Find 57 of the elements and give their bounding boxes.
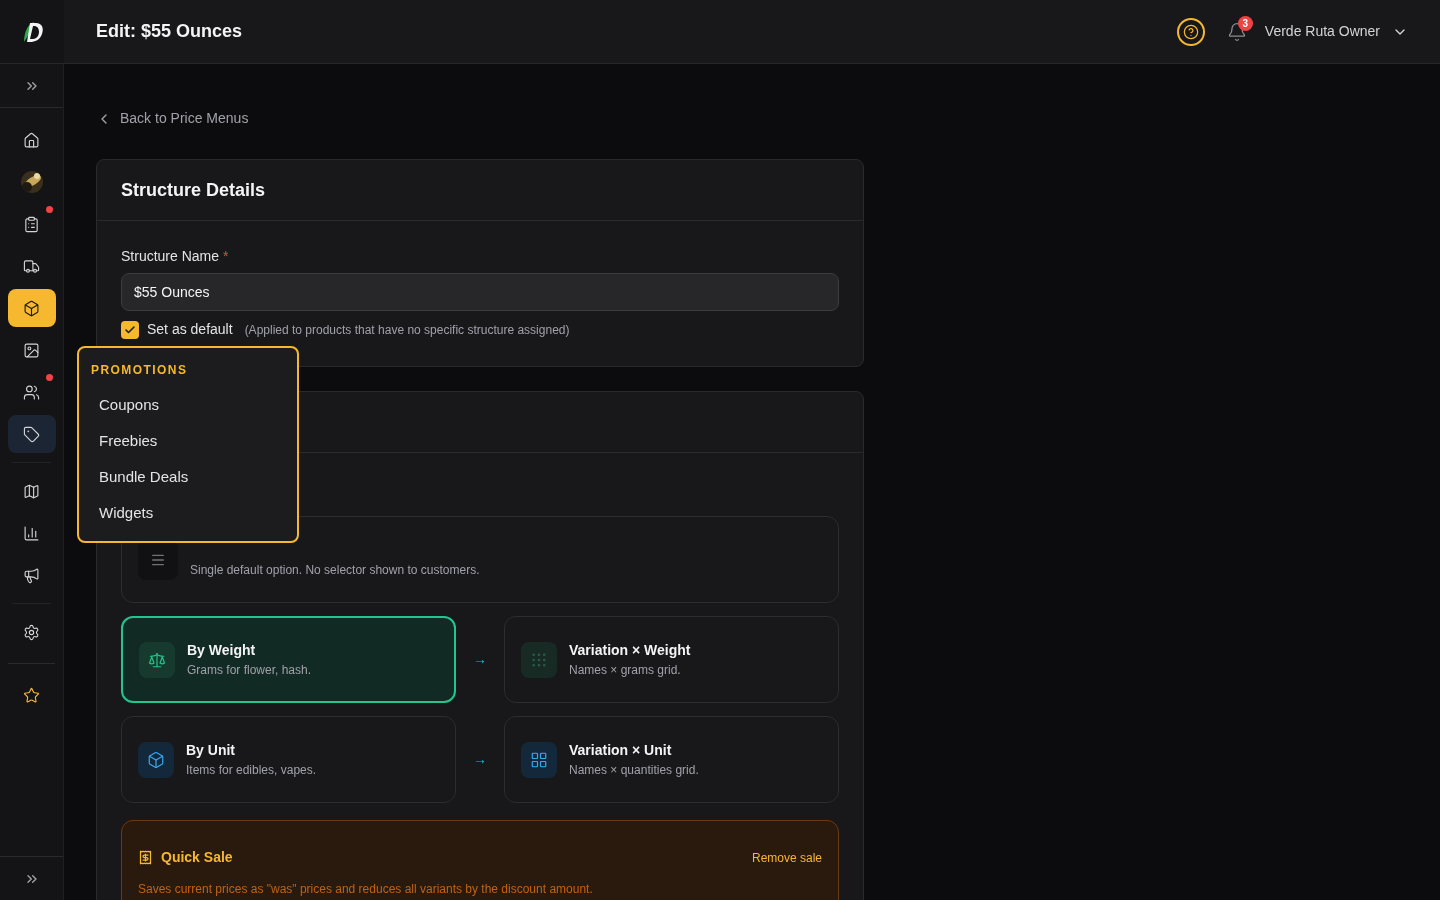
panel-title: Quick Sale xyxy=(161,848,233,867)
receipt-icon xyxy=(138,850,153,865)
menu-item[interactable]: Bundle Deals xyxy=(79,459,297,495)
check-icon xyxy=(124,323,136,336)
scale-icon xyxy=(148,650,166,669)
required-mark: * xyxy=(223,247,229,266)
bar-chart-icon xyxy=(23,524,40,542)
cube-icon xyxy=(147,750,165,769)
box-icon xyxy=(23,299,40,317)
arrow-icon: → xyxy=(456,749,504,770)
option-title: By Unit xyxy=(186,741,236,760)
remove-sale-link[interactable]: Remove sale xyxy=(751,848,822,867)
checkbox-label: Set as default xyxy=(147,320,233,339)
option-card[interactable]: By Unit Items for edibles, vapes. xyxy=(121,716,456,803)
option-title: By Weight xyxy=(187,641,257,660)
menu-item[interactable]: Coupons xyxy=(79,387,297,423)
option-title: Variation × Weight xyxy=(569,641,691,660)
users-icon xyxy=(23,383,40,401)
option-title: Variation × Unit xyxy=(569,741,673,760)
page-title: Edit: $55 Ounces xyxy=(96,20,243,43)
notifications-button[interactable]: 3 xyxy=(1220,15,1253,48)
star-icon xyxy=(23,686,40,704)
option-description: Grams for flower, hash. xyxy=(187,662,312,679)
notification-count: 3 xyxy=(1237,15,1253,31)
home-icon xyxy=(23,131,40,149)
checkbox-hint: (Applied to products that have no specific structure assigned) xyxy=(244,321,570,339)
arrow-icon: → xyxy=(456,649,504,670)
option-card[interactable]: By Weight Grams for flower, hash. xyxy=(121,616,456,703)
clipboard-icon xyxy=(23,215,40,233)
option-description: Names × grams grid. xyxy=(569,662,682,679)
help-icon xyxy=(1182,23,1199,40)
panel-description: Saves current prices as "was" prices and reduces all variants by the discount amount. xyxy=(138,881,594,898)
default-checkbox[interactable] xyxy=(121,320,139,339)
truck-icon xyxy=(23,257,40,275)
field-label: Structure Name xyxy=(121,247,220,266)
sidebar-item[interactable] xyxy=(7,289,56,327)
option-card[interactable]: Variation × Unit Names × quantities grid. xyxy=(504,716,839,803)
grid-icon xyxy=(530,750,548,769)
user-menu[interactable]: Verde Ruta Owner xyxy=(1264,21,1408,42)
menu-item[interactable]: Freebies xyxy=(79,423,297,459)
section-title: Structure Details xyxy=(121,178,266,202)
sidebar-item[interactable] xyxy=(7,415,56,453)
structure-name-field[interactable]: $55 Ounces xyxy=(121,273,839,311)
dots-grid-icon xyxy=(530,650,548,669)
megaphone-icon xyxy=(23,566,40,584)
option-description: Names × quantities grid. xyxy=(569,762,699,779)
image-icon xyxy=(23,341,40,359)
option-card[interactable]: Variation × Weight Names × grams grid. xyxy=(504,616,839,703)
help-button[interactable] xyxy=(1176,17,1205,46)
bell-icon xyxy=(1226,21,1247,42)
menu-heading: PROMOTIONS xyxy=(90,362,189,379)
tag-icon xyxy=(23,425,40,443)
settings-icon xyxy=(23,623,40,641)
option-description: Items for edibles, vapes. xyxy=(186,762,317,779)
map-icon xyxy=(23,482,40,500)
option-description: Single default option. No selector shown to customers. xyxy=(190,561,480,579)
back-link[interactable]: Back to Price Menus xyxy=(96,108,1440,129)
